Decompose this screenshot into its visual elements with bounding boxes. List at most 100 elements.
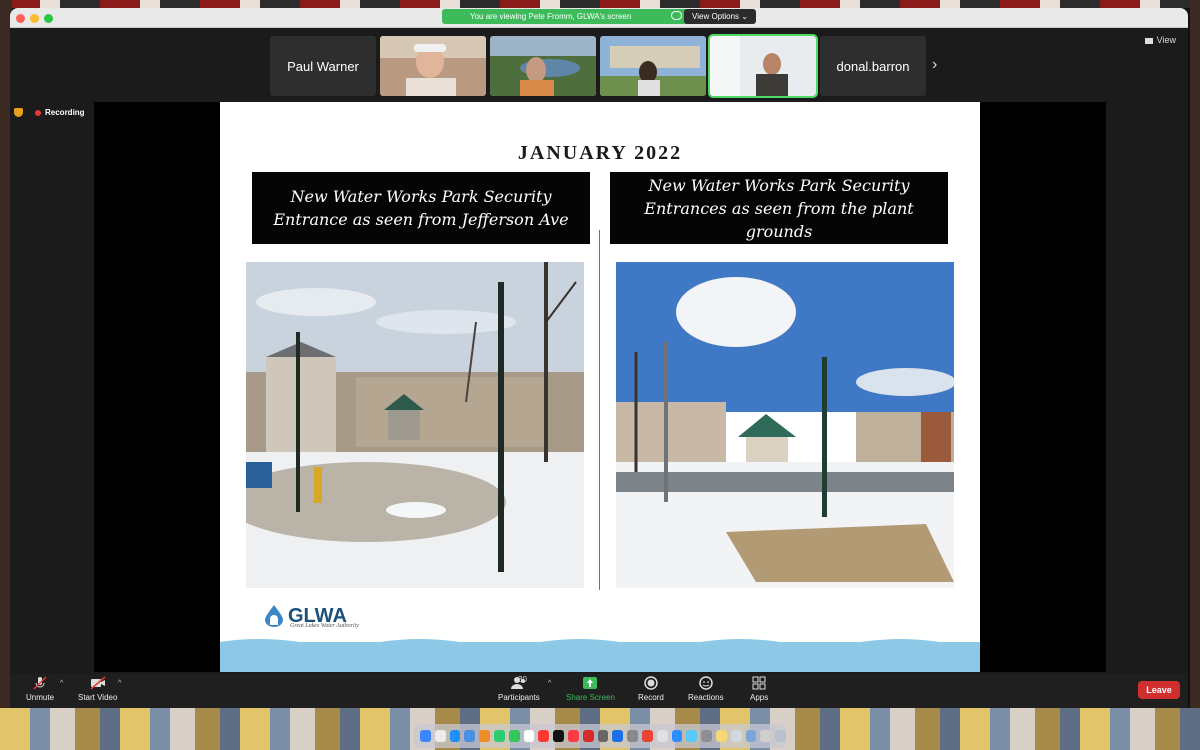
dock-app-icon[interactable] — [420, 730, 431, 742]
title-bar: You are viewing Pete Fromm, GLWA's scree… — [10, 8, 1188, 28]
view-button[interactable]: View — [1144, 35, 1176, 45]
dock-app-icon[interactable] — [627, 730, 638, 742]
share-screen-icon — [583, 677, 598, 689]
dock-app-icon[interactable] — [597, 730, 609, 742]
slide-divider — [599, 230, 600, 590]
dock-app-icon[interactable] — [715, 730, 727, 742]
participant-video-tile[interactable] — [380, 36, 486, 96]
apps-button[interactable]: Apps — [750, 676, 768, 702]
close-window-button[interactable] — [16, 14, 25, 23]
audio-options-chevron-icon[interactable]: ^ — [60, 680, 63, 687]
leave-button[interactable]: Leave — [1138, 681, 1180, 699]
share-screen-label: Share Screen — [566, 693, 615, 702]
record-button[interactable]: Record — [638, 676, 664, 702]
participant-video — [710, 36, 816, 96]
screen-share-banner-text: You are viewing Pete Fromm, GLWA's scree… — [470, 12, 632, 21]
video-options-chevron-icon[interactable]: ^ — [118, 680, 121, 687]
dock-app-icon[interactable] — [493, 730, 505, 742]
participants-options-chevron-icon[interactable]: ^ — [548, 680, 551, 687]
view-label: View — [1156, 35, 1176, 45]
minimize-window-button[interactable] — [30, 14, 39, 23]
participant-tile-donal-barron[interactable]: donal.barron — [820, 36, 926, 96]
reactions-label: Reactions — [688, 693, 724, 702]
participant-video-tile-active[interactable] — [708, 34, 818, 98]
unmute-label: Unmute — [26, 693, 55, 702]
participant-tile-paul-warner[interactable]: Paul Warner — [270, 36, 376, 96]
trash-icon[interactable] — [775, 730, 786, 742]
right-caption-line2: Entrances as seen from the plant grounds — [644, 198, 914, 241]
start-video-button[interactable]: Start Video — [78, 676, 117, 702]
dock-app-icon[interactable] — [760, 730, 772, 742]
slide-footer-wave — [220, 639, 980, 672]
right-caption-line1: New Water Works Park Security — [648, 175, 910, 195]
chevron-right-icon[interactable]: › — [932, 56, 937, 74]
glwa-droplet-icon — [265, 605, 283, 627]
participants-button[interactable]: 30 Participants — [498, 675, 540, 702]
participant-name: Paul Warner — [287, 58, 359, 74]
dock-app-icon[interactable] — [671, 730, 683, 742]
participant-video — [380, 36, 486, 96]
participant-video — [600, 36, 706, 96]
dock-app-icon[interactable] — [686, 730, 698, 742]
cloud-icon — [671, 11, 682, 20]
dock-app-icon[interactable] — [538, 730, 550, 742]
glwa-logo: GLWA Great Lakes Water Authority — [264, 605, 359, 629]
dock-app-icon[interactable] — [745, 730, 757, 742]
left-caption: New Water Works Park Security Entrance a… — [252, 172, 590, 244]
dock-app-icon[interactable] — [449, 730, 461, 742]
recording-indicator[interactable]: Recording — [14, 108, 85, 117]
desktop: You are viewing Pete Fromm, GLWA's scree… — [0, 0, 1200, 750]
zoom-meeting-window: You are viewing Pete Fromm, GLWA's scree… — [10, 8, 1188, 708]
dock-app-icon[interactable] — [479, 730, 490, 742]
desktop-wallpaper-right — [1190, 0, 1200, 750]
unmute-button[interactable]: Unmute — [26, 676, 54, 702]
desktop-wallpaper-top — [0, 0, 1200, 8]
dock-app-icon[interactable] — [553, 730, 564, 742]
dock-app-icon[interactable] — [656, 730, 668, 742]
share-screen-button[interactable]: Share Screen — [566, 676, 615, 702]
dock-app-icon[interactable] — [523, 730, 535, 742]
dock-app-icon[interactable] — [701, 730, 712, 742]
right-photo — [616, 262, 954, 588]
participant-video-tile[interactable] — [490, 36, 596, 96]
apps-icon — [752, 676, 766, 690]
left-caption-line1: New Water Works Park Security — [290, 187, 552, 206]
recording-label: Recording — [45, 108, 85, 117]
record-label: Record — [638, 693, 664, 702]
left-caption-line2: Entrance as seen from Jefferson Ave — [273, 210, 569, 229]
dock-app-icon[interactable] — [567, 730, 579, 742]
participant-video — [490, 36, 596, 96]
video-off-icon — [90, 676, 106, 690]
participant-name: donal.barron — [836, 58, 910, 74]
fullscreen-window-button[interactable] — [44, 14, 53, 23]
slide-title: JANUARY 2022 — [517, 142, 683, 164]
shield-icon[interactable] — [14, 108, 23, 117]
start-video-label: Start Video — [78, 693, 118, 702]
left-photo — [246, 262, 584, 588]
dock-app-icon[interactable] — [582, 730, 594, 742]
screen-share-banner: You are viewing Pete Fromm, GLWA's scree… — [442, 9, 688, 24]
view-options-button[interactable]: View Options ⌄ — [684, 9, 756, 24]
meeting-toolbar: Unmute ^ Start Video ^ 30 Participants ^… — [10, 674, 1188, 708]
dock-app-icon[interactable] — [508, 730, 520, 742]
participant-video-tile[interactable] — [600, 36, 706, 96]
record-icon — [644, 676, 658, 690]
presentation-slide: JANUARY 2022 New Water Works Park Securi… — [220, 102, 980, 672]
dock-app-icon[interactable] — [464, 730, 476, 742]
reactions-icon — [699, 676, 713, 690]
shared-screen-area: JANUARY 2022 New Water Works Park Securi… — [94, 102, 1106, 672]
record-dot-icon — [35, 109, 41, 116]
microphone-muted-icon — [33, 676, 47, 690]
glwa-logo-subtitle: Great Lakes Water Authority — [290, 623, 359, 629]
dock-app-icon[interactable] — [730, 730, 742, 742]
dock-app-icon[interactable] — [612, 730, 624, 742]
reactions-button[interactable]: Reactions — [688, 676, 724, 702]
right-caption: New Water Works Park Security Entrances … — [610, 172, 948, 244]
grid-view-icon — [1144, 37, 1153, 44]
dock-app-icon[interactable] — [434, 730, 446, 742]
apps-label: Apps — [750, 693, 769, 702]
participants-label: Participants — [498, 693, 540, 702]
participant-count: 30 — [518, 675, 527, 684]
dock-app-icon[interactable] — [641, 730, 653, 742]
macos-dock — [414, 724, 786, 748]
